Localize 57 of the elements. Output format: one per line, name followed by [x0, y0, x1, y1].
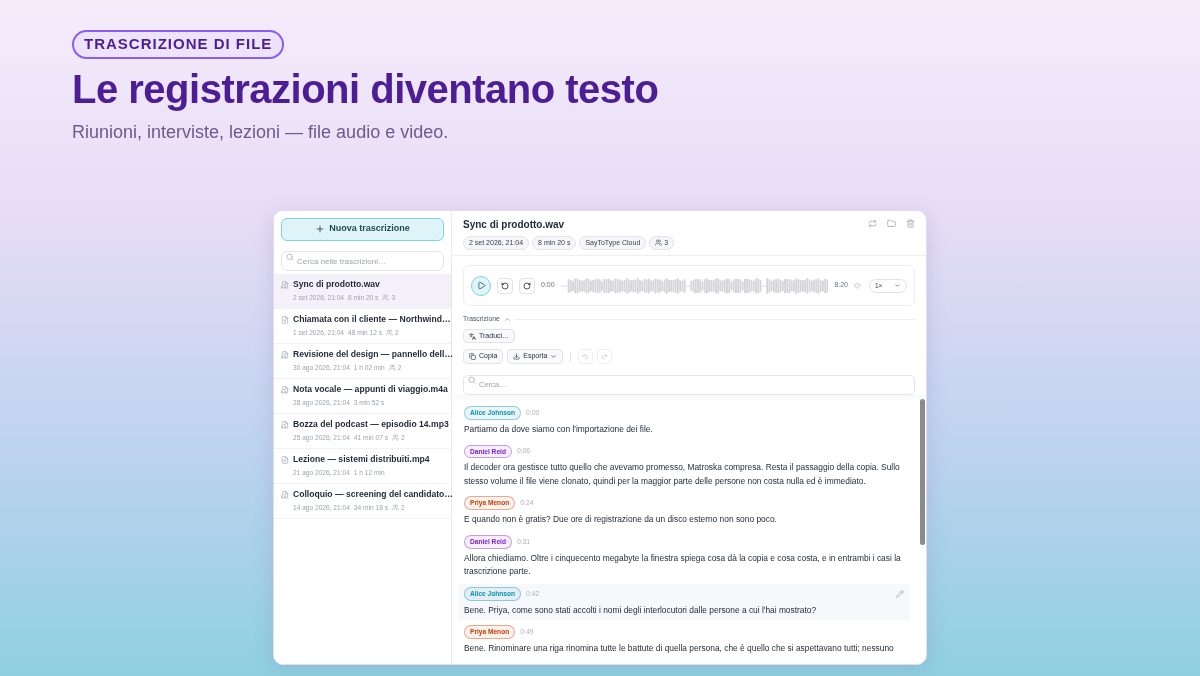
download-icon — [513, 353, 521, 361]
search-icon — [468, 376, 476, 385]
rewind-button[interactable] — [497, 277, 513, 294]
item-title: Sync di prodotto.wav — [293, 278, 380, 291]
transcript-text: Allora chiediamo. Oltre i cinquecento megabyte la finestra spiega cosa dà la copia e cosa costa, e in entrambi i casi la trascrizione parte. — [464, 551, 902, 579]
forward-button[interactable] — [519, 277, 535, 294]
transcript-text: Partiamo da dove siamo con l'importazione dei file. — [464, 423, 654, 437]
play-icon — [476, 281, 486, 290]
item-title: Colloquio — screening del candidato… — [293, 488, 453, 501]
video-file-icon — [281, 455, 289, 464]
audio-file-icon — [281, 350, 289, 359]
undo-icon — [582, 353, 590, 361]
copy-icon — [469, 353, 476, 361]
item-title: Nota vocale — appunti di viaggio.m4a — [293, 383, 448, 396]
transcript-text: Bene. Priya, come sono stati accolti i nomi degli interlocutori dalle persone a cui l'hai mostrato? — [464, 603, 818, 617]
category-badge: TRASCRIZIONE DI FILE — [72, 30, 285, 59]
redo-button[interactable] — [597, 349, 613, 365]
chevron-down-icon — [894, 282, 901, 289]
scrollbar-thumb[interactable] — [919, 399, 925, 546]
people-icon — [391, 504, 399, 512]
rewind-icon — [501, 281, 509, 290]
audio-file-icon — [281, 385, 289, 394]
transcript-text: E quando non è gratis? Due ore di registrazione da un disco esterno non sono poco. — [464, 513, 778, 527]
people-icon — [655, 239, 663, 247]
forward-icon — [523, 281, 531, 290]
audio-file-icon — [281, 490, 289, 499]
item-title: Revisione del design — pannello dell… — [293, 348, 453, 361]
translate-icon — [469, 332, 476, 340]
item-title: Lezione — sistemi distribuiti.mp4 — [293, 453, 430, 466]
people-icon — [388, 364, 396, 372]
plus-icon — [315, 224, 326, 234]
volume-icon[interactable] — [854, 281, 863, 290]
item-title: Bozza del podcast — episodio 14.mp3 — [293, 418, 449, 431]
folder-icon[interactable] — [887, 218, 896, 228]
undo-button[interactable] — [578, 349, 594, 365]
item-title: Chiamata con il cliente — Northwind… — [293, 313, 451, 326]
people-icon — [386, 329, 394, 337]
people-icon — [382, 294, 390, 302]
chevron-down-icon — [550, 353, 558, 361]
transcript-text: Bene. Rinominare una riga rinomina tutte le battute di quella persona, che è quello che si aspettavano tutti; nessuno — [464, 642, 895, 656]
transcript-text: Il decoder ora gestisce tutto quello che avevamo promesso, Matroska compresa. Resta il passaggio della copia. Sullo stesso volume il file viene clonato, quindi per la maggior parte delle persone non costa nulla ed è immediato. — [464, 461, 901, 488]
search-field[interactable]: Cerca nelle trascrizioni… — [281, 251, 444, 271]
audio-file-icon — [281, 420, 289, 429]
redo-icon — [601, 353, 609, 361]
collapse-icon[interactable] — [503, 315, 511, 323]
search-icon — [286, 252, 294, 261]
new-transcription-button[interactable]: Nuova trascrizione — [281, 217, 444, 241]
page-title: Le registrazioni diventano testo — [72, 65, 659, 113]
play-button[interactable] — [471, 275, 491, 296]
people-icon — [391, 434, 399, 442]
edit-icon[interactable] — [896, 589, 904, 598]
repeat-icon[interactable] — [868, 218, 877, 228]
file-title: Sync di prodotto.wav — [463, 217, 566, 232]
audio-file-icon — [281, 280, 289, 289]
page-subtitle: Riunioni, interviste, lezioni — file audio e video. — [72, 120, 449, 144]
video-file-icon — [281, 315, 289, 324]
trash-icon[interactable] — [906, 218, 915, 228]
